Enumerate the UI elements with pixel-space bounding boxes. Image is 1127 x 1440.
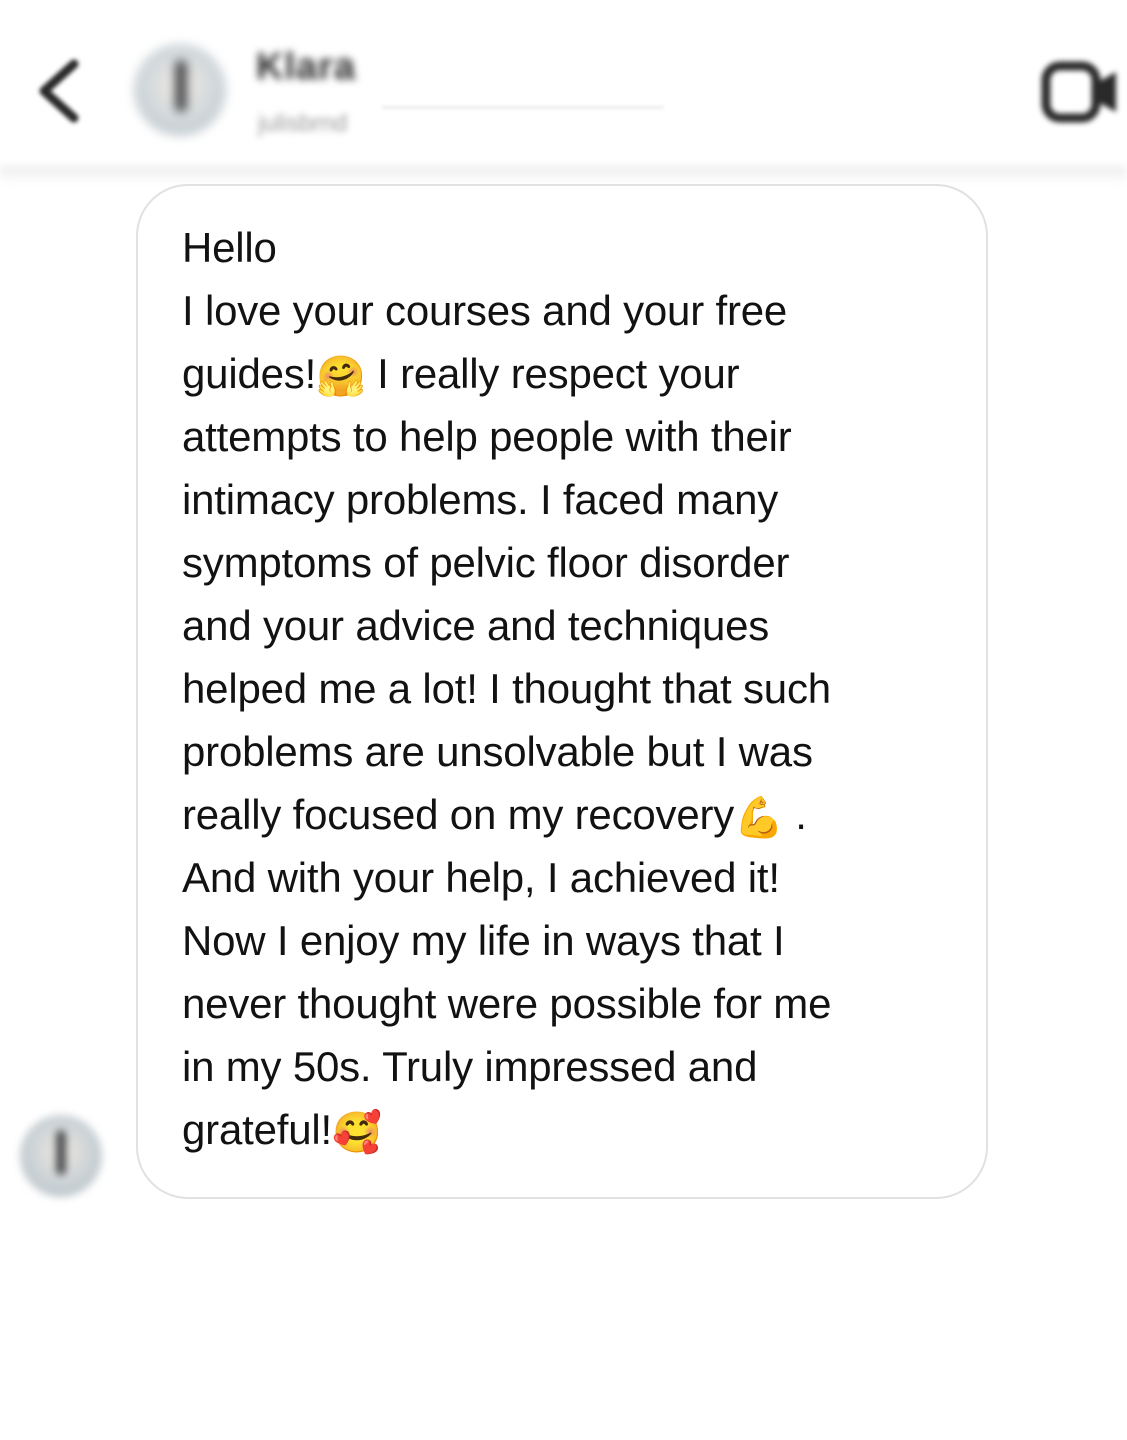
video-call-button[interactable]	[1040, 56, 1122, 128]
smiling-face-with-hearts-emoji: 🥰	[331, 1110, 382, 1156]
message-line: intimacy problems. I faced many	[182, 476, 779, 523]
message-line: helped me a lot! I thought that such	[182, 665, 831, 712]
message-line: And with your help, I achieved it!	[182, 854, 780, 901]
message-bubble[interactable]: Hello I love your courses and your free …	[136, 184, 988, 1199]
video-camera-icon	[1041, 61, 1116, 123]
contact-avatar[interactable]	[134, 44, 226, 136]
chevron-left-icon	[39, 59, 79, 123]
message-line: problems are unsolvable but I was	[182, 728, 813, 775]
hugging-face-emoji: 🤗	[316, 354, 366, 400]
contact-username: julisbrnd	[258, 110, 348, 137]
back-button[interactable]	[30, 56, 86, 126]
message-line: in my 50s. Truly impressed and	[182, 1043, 758, 1090]
chat-header: Klara julisbrnd	[0, 0, 1127, 168]
message-line: Now I enjoy my life in ways that I	[182, 917, 785, 964]
message-text: Hello I love your courses and your free …	[182, 216, 972, 1161]
flexed-biceps-emoji: 💪	[734, 795, 784, 841]
header-divider-line	[382, 106, 664, 109]
message-line: attempts to help people with their	[182, 413, 792, 460]
message-line: I love your courses and your free	[182, 287, 788, 334]
sender-avatar[interactable]	[20, 1115, 102, 1197]
message-line: grateful!🥰	[182, 1106, 382, 1156]
message-line: Hello	[182, 224, 277, 271]
header-shadow	[0, 166, 1127, 184]
message-line: guides!🤗 I really respect your	[182, 350, 740, 400]
message-line: never thought were possible for me	[182, 980, 832, 1027]
contact-name[interactable]: Klara	[256, 46, 356, 89]
message-line: really focused on my recovery💪 .	[182, 791, 807, 841]
message-line: symptoms of pelvic floor disorder	[182, 539, 790, 586]
message-line: and your advice and techniques	[182, 602, 770, 649]
